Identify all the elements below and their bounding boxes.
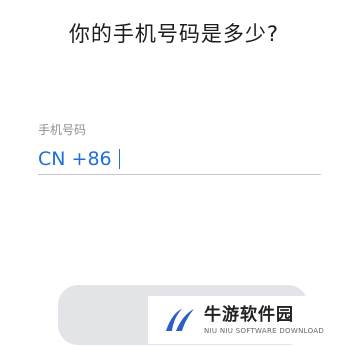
- country-code-selector[interactable]: CN +86: [38, 148, 112, 170]
- swoosh-logo-icon: [166, 309, 194, 331]
- phone-number-input[interactable]: [121, 147, 321, 171]
- text-cursor: [118, 149, 120, 169]
- phone-number-label: 手机号码: [38, 123, 87, 137]
- phone-number-field[interactable]: CN +86: [38, 145, 321, 173]
- watermark: 牛游软件园 NIU NIU SOFTWARE DOWNLOAD: [148, 296, 342, 344]
- watermark-brand: 牛游软件园: [204, 305, 294, 325]
- page-title: 你的手机号码是多少?: [68, 22, 280, 46]
- phone-field-underline: [38, 174, 321, 175]
- watermark-subtitle: NIU NIU SOFTWARE DOWNLOAD: [204, 327, 325, 335]
